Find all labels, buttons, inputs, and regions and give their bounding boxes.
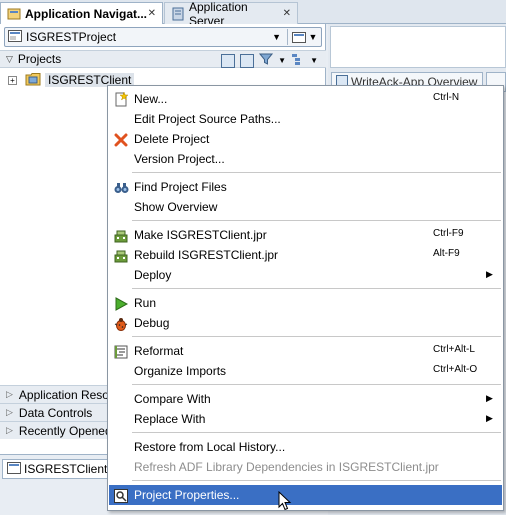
jpr-file-icon — [7, 461, 21, 477]
menu-item-deploy[interactable]: Deploy ▶ — [109, 265, 502, 285]
menu-item-show-overview[interactable]: Show Overview — [109, 197, 502, 217]
chevron-down-icon: ▼ — [308, 32, 318, 42]
menu-item-run[interactable]: Run — [109, 293, 502, 313]
menu-item-edit-project-source-paths[interactable]: Edit Project Source Paths... — [109, 109, 502, 129]
rebuild-icon — [113, 248, 129, 263]
menu-separator — [132, 220, 501, 221]
run-icon — [113, 296, 129, 311]
binoculars-icon — [113, 180, 129, 195]
view-options-button[interactable]: ▼ — [287, 29, 321, 45]
menu-item-rebuild[interactable]: Rebuild ISGRESTClient.jpr Alt-F9 — [109, 245, 502, 265]
menu-item-refresh-adf-library: Refresh ADF Library Dependencies in ISGR… — [109, 457, 502, 477]
filter-icon[interactable] — [259, 52, 274, 69]
menu-item-project-properties[interactable]: Project Properties... — [109, 485, 502, 505]
menu-item-label: Refresh ADF Library Dependencies in ISGR… — [134, 460, 439, 474]
expand-triangle-icon: ▷ — [6, 407, 13, 417]
mouse-pointer-icon — [278, 490, 292, 511]
menu-item-reformat[interactable]: Reformat Ctrl+Alt-L — [109, 341, 502, 361]
menu-item-label: Rebuild ISGRESTClient.jpr — [134, 248, 279, 262]
make-icon — [113, 228, 129, 243]
menu-item-new[interactable]: New... Ctrl-N — [109, 89, 502, 109]
menu-separator — [132, 172, 501, 173]
close-icon[interactable]: ✕ — [148, 8, 156, 19]
menu-item-compare-with[interactable]: Compare With ▶ — [109, 389, 502, 409]
tab-application-navigator[interactable]: Application Navigat... ✕ — [0, 2, 163, 24]
menu-item-version-project[interactable]: Version Project... — [109, 149, 502, 169]
menu-item-label: Version Project... — [134, 152, 225, 166]
close-icon[interactable]: ✕ — [283, 8, 291, 19]
expand-plus-icon[interactable]: + — [8, 75, 17, 85]
chevron-down-icon[interactable]: ▼ — [310, 56, 318, 65]
menu-item-shortcut: Ctrl-F9 — [433, 228, 464, 239]
menu-item-label: Debug — [134, 316, 170, 330]
navigator-icon — [7, 7, 21, 21]
menu-item-label: Delete Project — [134, 132, 210, 146]
search-icon[interactable] — [221, 53, 236, 68]
debug-bug-icon — [113, 316, 129, 331]
editor-toolbar-area — [330, 26, 506, 68]
chevron-down-icon[interactable]: ▼ — [278, 56, 286, 65]
new-file-icon — [113, 92, 129, 107]
menu-item-shortcut: Ctrl-N — [433, 92, 460, 103]
menu-item-label: Find Project Files — [134, 180, 227, 194]
menu-item-label: Restore from Local History... — [134, 440, 286, 454]
menu-separator — [132, 288, 501, 289]
menu-item-debug[interactable]: Debug — [109, 313, 502, 333]
menu-separator — [132, 432, 501, 433]
submenu-arrow-icon: ▶ — [486, 413, 493, 423]
menu-item-label: New... — [134, 92, 168, 106]
projects-section-header[interactable]: ▽ Projects ▼ ▼ — [0, 50, 326, 68]
menu-item-label: Show Overview — [134, 200, 218, 214]
menu-item-label: Compare With — [134, 392, 211, 406]
project-icon — [8, 29, 22, 45]
menu-item-label: Edit Project Source Paths... — [134, 112, 281, 126]
menu-item-label: Project Properties... — [134, 488, 240, 502]
collapse-triangle-icon[interactable]: ▽ — [6, 54, 13, 65]
chevron-down-icon[interactable]: ▼ — [272, 32, 281, 42]
project-selector-value: ISGRESTProject — [26, 30, 117, 44]
menu-item-label: Replace With — [134, 412, 206, 426]
reformat-icon — [113, 344, 129, 359]
menu-item-restore-from-local-history[interactable]: Restore from Local History... — [109, 437, 502, 457]
tree-options-icon[interactable] — [291, 53, 305, 68]
expand-triangle-icon: ▷ — [6, 389, 13, 399]
accordion-label: Data Controls — [18, 405, 93, 420]
delete-x-icon — [113, 132, 129, 147]
menu-item-label: Run — [134, 296, 157, 310]
menu-item-label: Make ISGRESTClient.jpr — [134, 228, 267, 242]
tab-application-server[interactable]: Application Server ✕ — [164, 0, 298, 28]
menu-separator — [132, 480, 501, 481]
menu-item-label: Deploy — [134, 268, 172, 282]
menu-item-label: Reformat — [134, 344, 184, 358]
menu-separator — [132, 384, 501, 385]
menu-item-delete-project[interactable]: Delete Project — [109, 129, 502, 149]
tab-label: Application Navigat... — [25, 6, 148, 21]
menu-item-make[interactable]: Make ISGRESTClient.jpr Ctrl-F9 — [109, 225, 502, 245]
submenu-arrow-icon: ▶ — [486, 269, 493, 279]
accordion-label: Application Resou — [18, 387, 116, 402]
context-menu: New... Ctrl-N Edit Project Source Paths.… — [107, 85, 504, 511]
menu-item-replace-with[interactable]: Replace With ▶ — [109, 409, 502, 429]
project-selector[interactable]: ISGRESTProject ▼ ▼ — [4, 27, 322, 47]
server-icon — [171, 7, 185, 21]
menu-item-organize-imports[interactable]: Organize Imports Ctrl+Alt-O — [109, 361, 502, 381]
menu-item-shortcut: Alt-F9 — [433, 248, 460, 259]
refresh-icon[interactable] — [240, 53, 255, 68]
expand-triangle-icon: ▷ — [6, 425, 13, 435]
projects-header-label: Projects — [17, 52, 62, 66]
properties-icon — [113, 488, 129, 503]
submenu-arrow-icon: ▶ — [486, 393, 493, 403]
menu-separator — [132, 336, 501, 337]
menu-item-shortcut: Ctrl+Alt-O — [433, 364, 478, 375]
accordion-label: Recently Opened — [18, 423, 112, 438]
structure-tab[interactable]: ISGRESTClient.jpr — [2, 459, 124, 479]
menu-item-find-project-files[interactable]: Find Project Files — [109, 177, 502, 197]
folder-project-icon — [25, 72, 41, 89]
menu-item-shortcut: Ctrl+Alt-L — [433, 344, 475, 355]
menu-item-label: Organize Imports — [134, 364, 227, 378]
